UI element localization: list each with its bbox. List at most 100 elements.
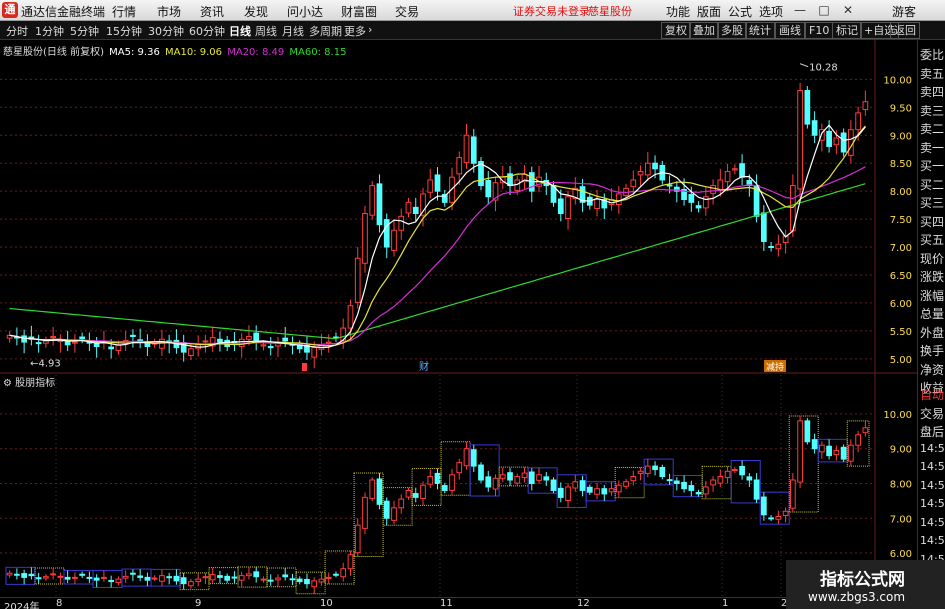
sub-price-tick: 8.00 [890,479,912,490]
multi-stock-button[interactable]: 多股 [717,22,747,39]
stats-button[interactable]: 统计 [745,22,775,39]
date-tick: 11 [440,598,453,609]
period-more[interactable]: 更多 [344,23,366,39]
candle-body [391,229,397,251]
candle-body [840,132,847,153]
menu-jiaoyi[interactable]: 交易 [395,3,419,20]
side-trade-row: 14:56 [920,497,945,510]
menu-shichang[interactable]: 市场 [157,3,181,20]
sub-candle-body [72,576,78,579]
side-label: 换手 [920,344,945,358]
menu-gongshi[interactable]: 公式 [728,3,752,20]
menu-gongneng[interactable]: 功能 [666,3,690,20]
sub-candle-body [427,476,434,485]
side-label: 现价 [920,251,945,266]
menu-banmian[interactable]: 版面 [697,3,721,20]
menu-hangqing[interactable]: 行情 [112,3,136,20]
sub-candle-body [681,481,687,490]
period-15min[interactable]: 15分钟 [106,23,142,39]
candle-body [354,257,361,303]
candle-body [325,341,332,344]
side-label: 委比 [920,48,945,62]
ma-legend: 慈星股份(日线 前复权) MA5: 9.36 MA10: 9.06 MA20: … [3,43,348,58]
sub-candle-body [608,488,615,493]
period-toolbar: 分时 1分钟 5分钟 15分钟 30分钟 60分钟 日线 周线 月线 多周期 更… [0,21,945,40]
mark-button[interactable]: 标记 [832,22,862,39]
fuquan-button[interactable]: 复权 [661,22,691,39]
draw-button[interactable]: 画线 [775,22,805,39]
sub-candle-body [862,427,869,434]
sub-candle-body [260,578,267,581]
user-label[interactable]: 游客 [892,3,916,20]
side-label: 卖二 [920,122,945,136]
sub-candle-body [391,507,397,521]
close-icon[interactable]: ✕ [838,2,858,18]
sub-candle-body [354,524,361,554]
sub-indicator-title[interactable]: ⚙ 股朋指标 [3,374,55,389]
candle-body [848,129,854,156]
sub-candle-body [724,470,731,479]
menu-faxian[interactable]: 发现 [244,3,268,20]
sub-candle-body [826,445,832,457]
app-logo-icon: 通 [2,2,18,18]
period-60min[interactable]: 60分钟 [189,23,225,39]
candle-body [630,179,637,188]
sub-candle-body [623,481,629,487]
menu-caifuquan[interactable]: 财富圈 [341,3,377,20]
sub-candle-body [209,574,216,581]
sub-candle-body [528,471,535,484]
side-label: 买一 [920,159,945,173]
period-5min[interactable]: 5分钟 [70,23,99,39]
sub-candle-body [565,486,571,502]
menu-zixun[interactable]: 资讯 [200,3,224,20]
sub-candle-body [768,517,774,520]
minimize-icon[interactable]: — [790,2,810,18]
app-title: 通达信金融终端 [21,5,106,19]
side-label: 卖一 [920,140,945,155]
period-fenshi[interactable]: 分时 [6,23,28,39]
period-monthly[interactable]: 月线 [282,23,304,39]
menu-wenxiaoda[interactable]: 问小达 [287,3,323,20]
sub-candle-body [644,465,651,474]
period-daily[interactable]: 日线 [229,23,251,39]
side-label: 涨幅 [920,288,945,303]
kline-chart[interactable]: 10.00 9.50 9.00 8.50 8.00 7.50 7.00 6.50 6.00 5.5… [0,40,917,597]
indicator-gear-icon[interactable]: ⚙ [3,378,12,389]
sub-candle-body [79,573,86,576]
sub-candle-body [64,576,71,580]
ma10-line [9,125,866,347]
candle-body [768,245,774,248]
overlay-button[interactable]: 叠加 [689,22,719,39]
side-label: 涨跌 [920,270,945,284]
period-weekly[interactable]: 周线 [255,23,277,39]
sub-candle-body [499,474,506,479]
period-30min[interactable]: 30分钟 [148,23,184,39]
candle-body [695,205,702,209]
title-bar: 通 通达信金融终端 行情 市场 资讯 发现 问小达 财富圈 交易 证券交易未登录… [0,0,945,21]
date-tick: 8 [56,598,63,609]
period-1min[interactable]: 1分钟 [35,23,64,39]
login-notice[interactable]: 证券交易未登录 [513,3,590,19]
sub-candle-body [14,573,20,576]
back-button[interactable]: 返回 [890,22,920,39]
period-multi[interactable]: 多周期 [309,23,342,39]
sub-candle-body [782,510,789,516]
price-tick: 6.00 [890,299,912,310]
restore-icon[interactable]: □ [814,2,834,18]
stock-label: 慈星股份 [588,5,632,18]
price-tick: 8.00 [890,187,912,198]
sub-candle-body [412,493,419,498]
candle-body [362,213,368,264]
sub-candle-body [398,498,405,509]
side-trade-row: 盘后 [920,425,945,439]
sub-candle-body [855,434,861,446]
side-label: 卖四 [920,85,945,99]
menu-xuanxiang[interactable]: 选项 [759,3,783,20]
f10-button[interactable]: F10 [805,22,834,39]
chevron-right-icon[interactable]: › [368,23,372,36]
ma10-label: MA10: 9.06 [165,47,223,58]
candle-body [253,332,260,342]
sub-candle-body [289,578,296,581]
sub-candle-body [507,472,513,481]
price-tick: 8.50 [890,159,912,170]
